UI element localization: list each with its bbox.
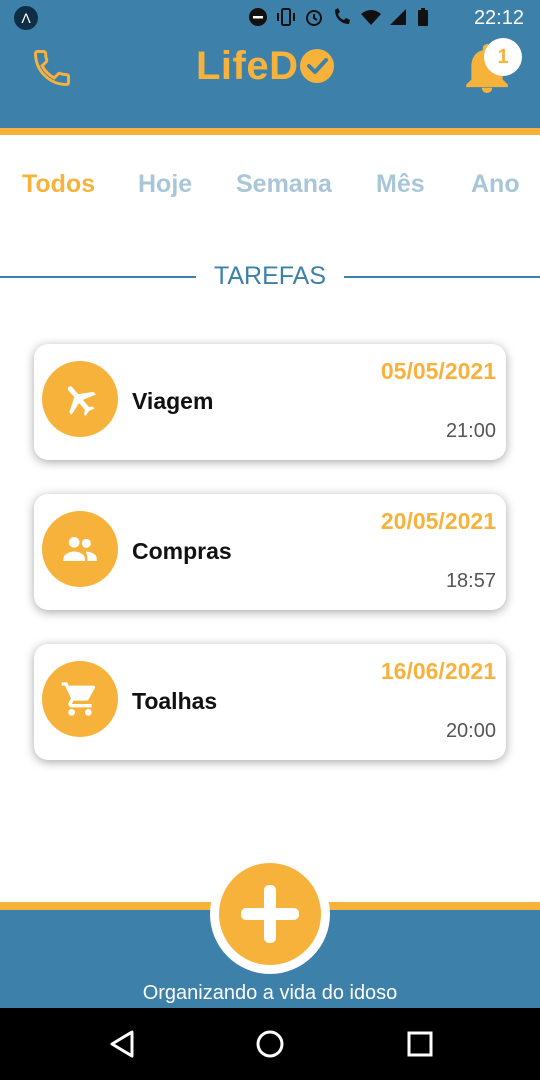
app-title: LifeD [196, 44, 299, 88]
people-icon [63, 537, 97, 561]
signal-icon [388, 7, 408, 27]
task-icon-circle [42, 361, 118, 437]
task-time: 21:00 [445, 420, 496, 442]
footer-tagline: Organizando a vida do idoso [142, 982, 398, 1004]
wifi-icon [360, 7, 381, 27]
phone-icon[interactable] [30, 46, 74, 90]
tab-todos[interactable]: Todos [22, 170, 95, 199]
status-icons [248, 7, 436, 27]
home-button[interactable] [252, 1026, 288, 1062]
divider-right [344, 276, 540, 278]
cart-icon [61, 682, 95, 716]
battery-icon [416, 7, 436, 27]
home-circle-icon [256, 1030, 284, 1058]
task-time: 18:57 [445, 570, 496, 592]
tab-mes[interactable]: Mês [376, 170, 425, 199]
task-time: 20:00 [445, 720, 496, 742]
app-notification-icon: Λ [14, 6, 38, 30]
call-wifi-icon [332, 7, 352, 27]
vibrate-icon [276, 7, 296, 27]
task-date: 05/05/2021 [380, 358, 496, 384]
alarm-icon [304, 7, 324, 27]
task-name: Toalhas [132, 688, 218, 714]
back-button[interactable] [104, 1026, 140, 1062]
tab-ano[interactable]: Ano [471, 170, 520, 199]
notification-badge[interactable]: 1 [484, 38, 522, 76]
tab-hoje[interactable]: Hoje [138, 170, 192, 199]
clock: 22:12 [473, 7, 524, 29]
task-date: 16/06/2021 [380, 658, 496, 684]
task-icon-circle [42, 661, 118, 737]
add-task-button[interactable] [219, 863, 321, 965]
do-not-disturb-icon [248, 7, 268, 27]
task-card[interactable]: Toalhas 16/06/2021 20:00 [34, 644, 506, 760]
task-card[interactable]: Viagem 05/05/2021 21:00 [34, 344, 506, 460]
logo-check-icon [299, 49, 334, 83]
recents-button[interactable] [402, 1026, 438, 1062]
back-triangle-icon [110, 1030, 134, 1058]
header-stripe [0, 128, 540, 135]
task-name: Compras [132, 538, 232, 564]
status-bar: Λ 22:12 [0, 0, 540, 36]
task-icon-circle [42, 511, 118, 587]
filter-tabs: Todos Hoje Semana Mês Ano [0, 170, 540, 210]
tab-semana[interactable]: Semana [236, 170, 332, 199]
system-nav-bar [0, 1008, 540, 1080]
app-logo: LifeD [196, 44, 334, 89]
task-card[interactable]: Compras 20/05/2021 18:57 [34, 494, 506, 610]
task-date: 20/05/2021 [380, 508, 496, 534]
recents-square-icon [407, 1031, 433, 1057]
airplane-icon [67, 386, 96, 417]
task-name: Viagem [132, 388, 214, 414]
section-heading: TAREFAS [0, 258, 540, 294]
plus-icon [241, 885, 299, 943]
